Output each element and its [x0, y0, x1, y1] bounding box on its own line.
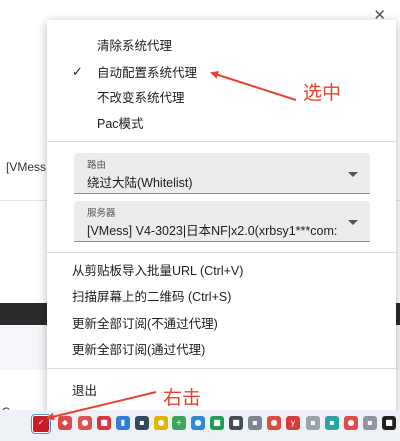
gift-tray-icon[interactable]: ■ [97, 416, 111, 430]
menu-item-scan-qr[interactable]: 扫描屏幕上的二维码 (Ctrl+S) [72, 285, 231, 309]
yellow-app-tray-icon[interactable]: ● [154, 416, 168, 430]
menu-item-exit[interactable]: 退出 [72, 379, 97, 403]
background-server-text: [VMess [6, 160, 47, 174]
routing-select-label: 路由 [87, 160, 107, 171]
menu-item-label: 不改变系统代理 [97, 91, 185, 105]
green-plus-tray-icon[interactable]: + [172, 416, 186, 430]
gray-app-3-tray-icon[interactable]: ▪ [363, 416, 377, 430]
gray-app-2-tray-icon[interactable]: ▪ [306, 416, 320, 430]
blue-app-tray-icon[interactable]: ● [191, 416, 205, 430]
red-yoe-tray-icon[interactable]: y [286, 416, 300, 430]
red-app-2-tray-icon[interactable]: ● [78, 416, 92, 430]
menu-item-label: 更新全部订阅(不通过代理) [72, 317, 218, 331]
menu-item-keep-system-proxy[interactable]: 不改变系统代理 [97, 86, 185, 110]
annotation-selected: 选中 [303, 83, 342, 104]
red-app-tray-icon[interactable]: ◆ [58, 416, 72, 430]
menu-item-import-clipboard[interactable]: 从剪贴板导入批量URL (Ctrl+V) [72, 259, 243, 283]
server-select-value: [VMess] V4-3023|日本NF|x2.0(xrbsy1***com: [87, 224, 338, 238]
menu-separator [47, 368, 396, 369]
server-select-label: 服务器 [87, 208, 116, 219]
menu-item-label: 从剪贴板导入批量URL (Ctrl+V) [72, 264, 244, 278]
green-app-tray-icon[interactable]: ■ [210, 416, 224, 430]
gray-app-tray-icon[interactable]: ▪ [248, 416, 262, 430]
routing-select-value: 绕过大陆(Whitelist) [87, 176, 193, 190]
menu-item-label: 自动配置系统代理 [97, 66, 198, 80]
menu-item-label: 更新全部订阅(通过代理) [72, 343, 206, 357]
routing-select[interactable]: 路由 绕过大陆(Whitelist) [74, 153, 370, 194]
menu-separator [47, 141, 396, 142]
menu-item-clear-system-proxy[interactable]: 清除系统代理 [97, 34, 172, 58]
menu-item-label: Pac模式 [97, 117, 144, 131]
black-app-tray-icon[interactable]: ■ [382, 416, 396, 430]
server-select[interactable]: 服务器 [VMess] V4-3023|日本NF|x2.0(xrbsy1***c… [74, 201, 370, 242]
check-icon: ✓ [72, 65, 83, 80]
annotation-right-click: 右击 [163, 388, 202, 409]
menu-item-auto-system-proxy[interactable]: ✓ 自动配置系统代理 [47, 61, 396, 85]
red-app-3-tray-icon[interactable]: ● [267, 416, 281, 430]
menu-item-label: 清除系统代理 [97, 39, 173, 53]
dark-app-2-tray-icon[interactable]: ■ [229, 416, 243, 430]
caret-down-icon [348, 172, 358, 177]
menu-item-label: 扫描屏幕上的二维码 (Ctrl+S) [72, 290, 232, 304]
v2rayn-tray-icon[interactable]: ✓ [32, 415, 50, 433]
menu-item-update-subs-no-proxy[interactable]: 更新全部订阅(不通过代理) [72, 312, 218, 336]
caret-down-icon [348, 220, 358, 225]
blue-chart-tray-icon[interactable]: ▮ [116, 416, 130, 430]
taskbar: ✓ ◆ ● ■ ▮ ▪ ● + ● ■ ■ ▪ ● y ▪ ▪ ● ▪ ■ [0, 410, 400, 441]
dark-app-tray-icon[interactable]: ▪ [135, 416, 149, 430]
teal-app-tray-icon[interactable]: ▪ [325, 416, 339, 430]
red-app-4-tray-icon[interactable]: ● [344, 416, 358, 430]
menu-item-label: 退出 [72, 384, 98, 398]
tray-context-menu: 清除系统代理 ✓ 自动配置系统代理 不改变系统代理 Pac模式 路由 绕过大陆(… [47, 20, 396, 420]
menu-item-update-subs-via-proxy[interactable]: 更新全部订阅(通过代理) [72, 338, 205, 362]
menu-separator [47, 252, 396, 253]
menu-item-pac-mode[interactable]: Pac模式 [97, 112, 144, 136]
